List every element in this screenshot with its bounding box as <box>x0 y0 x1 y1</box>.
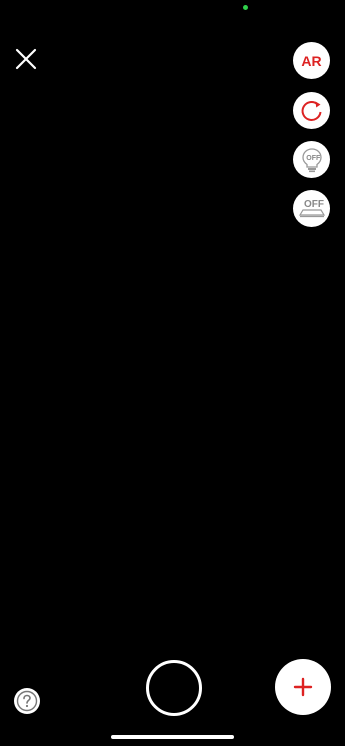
surface-icon: OFF <box>298 199 325 217</box>
surface-toggle-button[interactable]: OFF <box>293 190 330 227</box>
plus-icon <box>293 677 313 697</box>
home-indicator <box>111 735 234 739</box>
flash-state-label: OFF <box>306 155 321 162</box>
close-button[interactable] <box>13 46 39 72</box>
ar-label: AR <box>301 52 322 69</box>
surface-state-label: OFF <box>304 199 324 210</box>
rotate-button[interactable] <box>293 92 330 129</box>
close-icon <box>15 48 37 70</box>
rotate-icon <box>301 100 321 121</box>
add-button[interactable] <box>275 659 331 715</box>
lightbulb-icon: OFF <box>301 147 322 172</box>
shutter-button[interactable] <box>146 660 202 716</box>
flash-toggle-button[interactable]: OFF <box>293 141 330 178</box>
ar-mode-button[interactable]: AR <box>293 42 330 79</box>
status-indicator-dot <box>243 5 248 10</box>
help-button[interactable] <box>14 688 40 714</box>
question-icon <box>16 690 38 712</box>
